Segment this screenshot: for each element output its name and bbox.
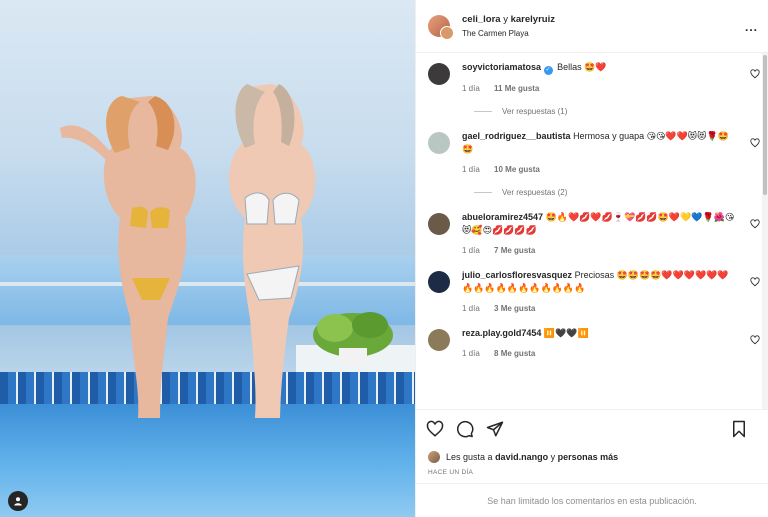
- likes-more-link[interactable]: personas más: [558, 452, 619, 462]
- more-icon: ...: [744, 20, 758, 34]
- comment-meta: 1 día 10 Me gusta: [462, 165, 738, 174]
- likes-summary: Les gusta a david.nango y personas más: [416, 447, 768, 467]
- author-line: celi_lora y karelyruiz: [462, 14, 555, 25]
- comment-avatar[interactable]: [428, 132, 450, 154]
- comment-text-line: reza.play.gold7454 ⏸️🖤🖤⏸️: [462, 327, 738, 340]
- comments-list: soyvictoriamatosa ✓ Bellas 🤩❤️ 1 día 11 …: [416, 53, 768, 409]
- comment-avatar[interactable]: [428, 271, 450, 293]
- comment-text: ⏸️🖤🖤⏸️: [543, 328, 589, 338]
- comments-scrollbar[interactable]: [762, 53, 768, 409]
- comment-likes[interactable]: 8 Me gusta: [494, 349, 535, 358]
- comment-time: 1 día: [462, 349, 480, 358]
- comment-likes[interactable]: 3 Me gusta: [494, 304, 535, 313]
- send-icon[interactable]: [486, 420, 504, 438]
- post-side-panel: celi_lora y karelyruiz The Carmen Playa …: [415, 0, 768, 517]
- comment-time: 1 día: [462, 165, 480, 174]
- comment-time: 1 día: [462, 246, 480, 255]
- more-options-button[interactable]: ...: [745, 20, 758, 34]
- comment-text-line: soyvictoriamatosa ✓ Bellas 🤩❤️: [462, 61, 738, 75]
- post-location[interactable]: The Carmen Playa: [462, 29, 555, 38]
- comments-limited-notice: Se han limitado los comentarios en esta …: [416, 483, 768, 517]
- post-actions: [416, 409, 768, 447]
- comment-like-icon[interactable]: [750, 69, 760, 79]
- comment-text-line: abueloramirez4547 🤩🔥❤️💋❤️💋🍷💝💋💋🤩❤️💛💙🌹🌺😘😻🥰…: [462, 211, 738, 237]
- liker-avatar[interactable]: [428, 451, 440, 463]
- comment-likes[interactable]: 7 Me gusta: [494, 246, 535, 255]
- heart-icon[interactable]: [426, 420, 444, 438]
- comment-like-icon[interactable]: [750, 219, 760, 229]
- comment-time: 1 día: [462, 84, 480, 93]
- view-replies-button[interactable]: Ver respuestas (2): [474, 188, 768, 197]
- comment-item: soyvictoriamatosa ✓ Bellas 🤩❤️ 1 día 11 …: [416, 61, 768, 93]
- post-photo[interactable]: [0, 0, 415, 517]
- comment-item: abueloramirez4547 🤩🔥❤️💋❤️💋🍷💝💋💋🤩❤️💛💙🌹🌺😘😻🥰…: [416, 211, 768, 255]
- comment-username[interactable]: reza.play.gold7454: [462, 328, 541, 338]
- liker-username[interactable]: david.nango: [495, 452, 548, 462]
- comment-text-line: gael_rodriguez__bautista Hermosa y guapa…: [462, 130, 738, 156]
- comment-likes[interactable]: 11 Me gusta: [494, 84, 539, 93]
- comment-avatar[interactable]: [428, 63, 450, 85]
- photo-person-right: [229, 84, 316, 418]
- comment-icon[interactable]: [456, 420, 474, 438]
- comment-username[interactable]: gael_rodriguez__bautista: [462, 131, 571, 141]
- author-username-primary[interactable]: celi_lora: [462, 14, 501, 25]
- comment-item: julio_carlosfloresvasquez Preciosas 🤩🤩🤩🤩…: [416, 269, 768, 313]
- user-tag-button[interactable]: [8, 491, 28, 511]
- post-modal: celi_lora y karelyruiz The Carmen Playa …: [0, 0, 768, 517]
- post-header: celi_lora y karelyruiz The Carmen Playa …: [416, 0, 768, 53]
- comment-avatar[interactable]: [428, 329, 450, 351]
- bookmark-icon[interactable]: [730, 420, 748, 438]
- comment-like-icon[interactable]: [750, 277, 760, 287]
- comment-item: gael_rodriguez__bautista Hermosa y guapa…: [416, 130, 768, 174]
- likes-prefix: Les gusta a: [446, 452, 493, 462]
- user-tag-icon: [14, 497, 22, 506]
- comment-text-line: julio_carlosfloresvasquez Preciosas 🤩🤩🤩🤩…: [462, 269, 738, 295]
- author-names: celi_lora y karelyruiz The Carmen Playa: [462, 14, 555, 38]
- comment-username[interactable]: julio_carlosfloresvasquez: [462, 270, 572, 280]
- author-username-secondary[interactable]: karelyruiz: [511, 14, 555, 25]
- likes-and: y: [550, 452, 556, 462]
- comment-username[interactable]: soyvictoriamatosa: [462, 62, 541, 72]
- comment-like-icon[interactable]: [750, 138, 760, 148]
- scrollbar-thumb[interactable]: [763, 55, 767, 195]
- verified-badge-icon: ✓: [543, 66, 553, 75]
- comment-meta: 1 día 11 Me gusta: [462, 84, 738, 93]
- comment-username[interactable]: abueloramirez4547: [462, 212, 543, 222]
- author-conjunction: y: [503, 14, 508, 25]
- view-replies-button[interactable]: Ver respuestas (1): [474, 107, 768, 116]
- comment-meta: 1 día 7 Me gusta: [462, 246, 738, 255]
- comment-meta: 1 día 3 Me gusta: [462, 304, 738, 313]
- post-date[interactable]: HACE UN DÍA: [416, 467, 768, 483]
- comment-like-icon[interactable]: [750, 335, 760, 345]
- comment-item: reza.play.gold7454 ⏸️🖤🖤⏸️ 1 día 8 Me gus…: [416, 327, 768, 358]
- comment-time: 1 día: [462, 304, 480, 313]
- comment-meta: 1 día 8 Me gusta: [462, 349, 738, 358]
- comment-text: Bellas 🤩❤️: [557, 62, 607, 72]
- comment-likes[interactable]: 10 Me gusta: [494, 165, 540, 174]
- author-avatar[interactable]: [428, 15, 454, 40]
- comment-avatar[interactable]: [428, 213, 450, 235]
